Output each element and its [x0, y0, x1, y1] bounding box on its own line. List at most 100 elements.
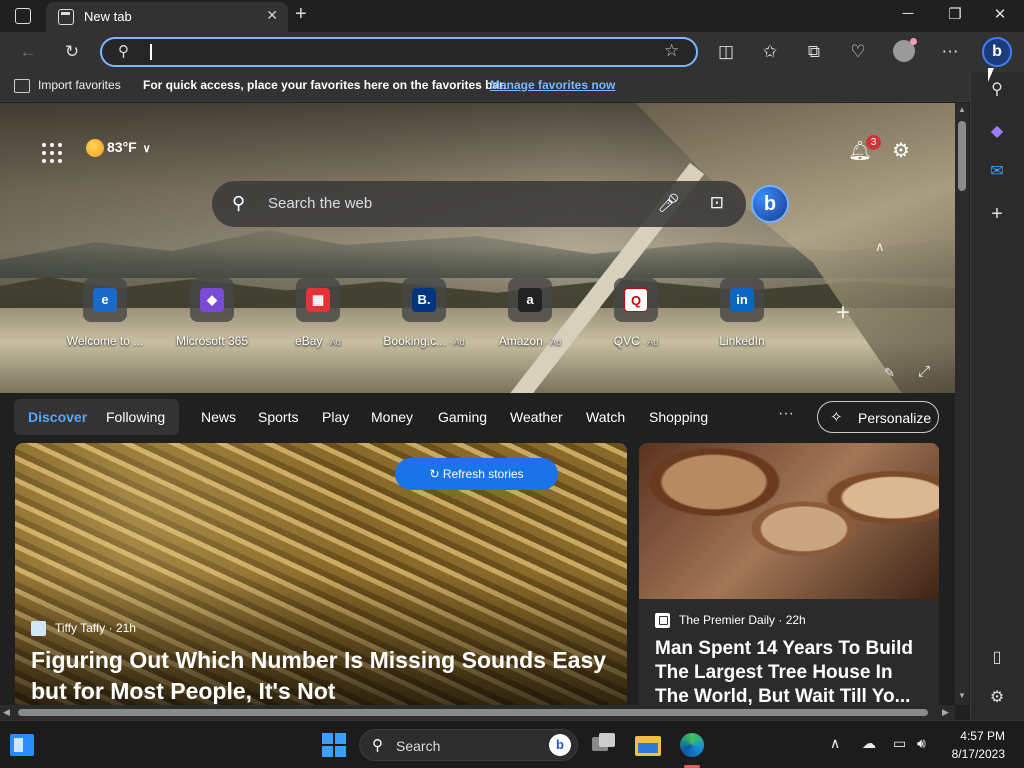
start-button-windows-icon[interactable]: [322, 733, 346, 757]
show-hidden-icons-chevron-icon[interactable]: ∧: [830, 735, 840, 752]
search-icon: ⚲: [372, 737, 383, 754]
nav-shopping[interactable]: Shopping: [649, 409, 708, 425]
sidebar-outlook-icon[interactable]: ✉: [985, 160, 1009, 184]
close-window-button[interactable]: ✕: [985, 5, 1015, 23]
nav-news[interactable]: News: [201, 409, 236, 425]
nav-gaming[interactable]: Gaming: [438, 409, 487, 425]
split-screen-icon[interactable]: ◫: [714, 40, 738, 64]
tab-discover[interactable]: Discover: [28, 409, 87, 425]
vertical-scrollbar[interactable]: ▲ ▼: [955, 103, 969, 705]
network-icon[interactable]: ☁: [862, 735, 876, 752]
nav-more-button[interactable]: ···: [778, 405, 794, 423]
close-tab-icon[interactable]: ✕: [266, 7, 278, 24]
import-favorites-button[interactable]: Import favorites: [38, 78, 121, 92]
news-card-treehouse[interactable]: The Premier Daily · 22h Man Spent 14 Yea…: [639, 443, 939, 705]
address-input[interactable]: [146, 43, 646, 61]
weather-button[interactable]: 83°F ∨: [86, 139, 151, 158]
file-explorer-icon[interactable]: [634, 731, 662, 759]
booking-icon: B.: [402, 278, 446, 322]
feed-toggle: Discover Following: [14, 399, 179, 435]
favorites-icon[interactable]: ✩: [758, 40, 782, 64]
bing-chat-button[interactable]: b: [751, 185, 789, 223]
page-settings-gear-icon[interactable]: ⚙: [892, 138, 910, 163]
card-headline[interactable]: Man Spent 14 Years To Build The Largest …: [655, 637, 927, 705]
search-icon: ⚲: [232, 193, 246, 213]
nav-play[interactable]: Play: [322, 409, 349, 425]
card-source: Tiffy Taffy · 21h: [55, 621, 136, 635]
chevron-down-icon: ∨: [142, 143, 151, 155]
nav-sports[interactable]: Sports: [258, 409, 298, 425]
browser-essentials-icon[interactable]: ♡: [846, 40, 870, 64]
quick-link-tile[interactable]: e Welcome to ...: [57, 278, 153, 348]
ebay-icon: ▦: [296, 278, 340, 322]
text-caret: [150, 44, 152, 60]
quick-link-label: Booking.c... · Ad: [383, 334, 465, 348]
edge-taskbar-icon[interactable]: [678, 731, 706, 759]
quick-link-tile[interactable]: a Amazon · Ad: [482, 278, 578, 348]
vertical-scroll-thumb[interactable]: [958, 121, 966, 191]
tab-actions-icon[interactable]: [15, 8, 31, 24]
scroll-left-arrow-icon[interactable]: ◀: [3, 707, 10, 718]
horizontal-scrollbar[interactable]: ◀ ▶: [0, 705, 955, 720]
card-headline[interactable]: Figuring Out Which Number Is Missing Sou…: [31, 645, 621, 705]
taskbar-search-box[interactable]: ⚲ Search b: [359, 729, 578, 761]
quick-link-tile[interactable]: ▦ eBay · Ad: [270, 278, 366, 348]
background-image: 83°F ∨ 🔔︎ 3 ⚙ ⚲ Search the web 🎤︎ ⊡ b ∧ …: [0, 103, 955, 411]
manage-favorites-link[interactable]: Manage favorites now: [490, 78, 615, 92]
clock-date[interactable]: 8/17/2023: [943, 747, 1005, 761]
nav-weather[interactable]: Weather: [510, 409, 563, 425]
copilot-button[interactable]: b: [982, 37, 1012, 67]
chevron-up-icon[interactable]: ∧: [875, 239, 885, 255]
title-bar: New tab ✕ + ─ ❐ ✕: [0, 0, 1024, 32]
task-view-icon[interactable]: [590, 731, 618, 759]
address-bar[interactable]: ⚲ ☆: [100, 37, 698, 67]
sidebar-add-icon[interactable]: +: [985, 202, 1009, 226]
add-shortcut-button[interactable]: +: [836, 299, 850, 327]
nav-money[interactable]: Money: [371, 409, 413, 425]
scroll-up-arrow-icon[interactable]: ▲: [958, 105, 966, 114]
refresh-stories-button[interactable]: ↻ Refresh stories: [395, 458, 558, 490]
card-image-logs: [639, 443, 939, 599]
profile-avatar[interactable]: [893, 38, 917, 62]
favorite-star-icon[interactable]: ☆: [664, 41, 679, 61]
quick-link-glyph: e: [93, 288, 117, 312]
back-arrow-icon[interactable]: ←: [16, 40, 40, 64]
microphone-icon[interactable]: 🎤︎: [657, 193, 680, 214]
import-favorites-icon: [14, 79, 30, 93]
clock-time[interactable]: 4:57 PM: [960, 729, 1005, 743]
sparkle-icon: ✧: [830, 409, 843, 426]
sidebar-settings-icon[interactable]: ⚙: [985, 686, 1009, 710]
horizontal-scroll-thumb[interactable]: [18, 709, 928, 716]
quick-link-tile[interactable]: B. Booking.c... · Ad: [376, 278, 472, 348]
weather-sun-icon: [86, 139, 104, 158]
tab-following[interactable]: Following: [106, 409, 165, 425]
refresh-icon[interactable]: ↻: [60, 40, 84, 64]
sidebar-m365-icon[interactable]: ◆: [985, 120, 1009, 144]
sidebar-hide-icon[interactable]: ▯: [985, 646, 1009, 670]
widgets-icon[interactable]: [10, 734, 34, 756]
quick-link-glyph: ◆: [200, 288, 224, 312]
personalize-button[interactable]: ✧ Personalize: [817, 401, 939, 433]
quick-link-tile[interactable]: ◆ Microsoft 365: [164, 278, 260, 348]
apps-launcher-icon[interactable]: [42, 143, 62, 163]
tab-new-tab[interactable]: New tab ✕: [46, 2, 288, 32]
notification-badge: 3: [866, 135, 881, 150]
scroll-down-arrow-icon[interactable]: ▼: [958, 691, 966, 700]
minimize-button[interactable]: ─: [893, 5, 923, 22]
new-tab-button[interactable]: +: [295, 3, 307, 26]
collections-icon[interactable]: ⧉: [802, 40, 826, 64]
quick-link-label: QVC · Ad: [613, 334, 659, 348]
display-icon[interactable]: ▭: [893, 735, 906, 752]
amazon-icon: a: [508, 278, 552, 322]
nav-watch[interactable]: Watch: [586, 409, 625, 425]
restore-button[interactable]: ❐: [940, 5, 970, 23]
scroll-right-arrow-icon[interactable]: ▶: [942, 707, 949, 718]
quick-link-tile[interactable]: Q QVC · Ad: [588, 278, 684, 348]
more-options-icon[interactable]: ⋯: [938, 40, 962, 64]
edit-background-icon[interactable]: ✎: [884, 365, 895, 381]
visual-search-icon[interactable]: ⊡: [710, 193, 724, 213]
web-search-box[interactable]: ⚲ Search the web 🎤︎ ⊡: [212, 181, 746, 227]
expand-background-icon[interactable]: ⤢: [918, 363, 930, 380]
volume-icon[interactable]: 🔊︎: [917, 735, 926, 752]
quick-link-tile[interactable]: in LinkedIn: [694, 278, 790, 348]
